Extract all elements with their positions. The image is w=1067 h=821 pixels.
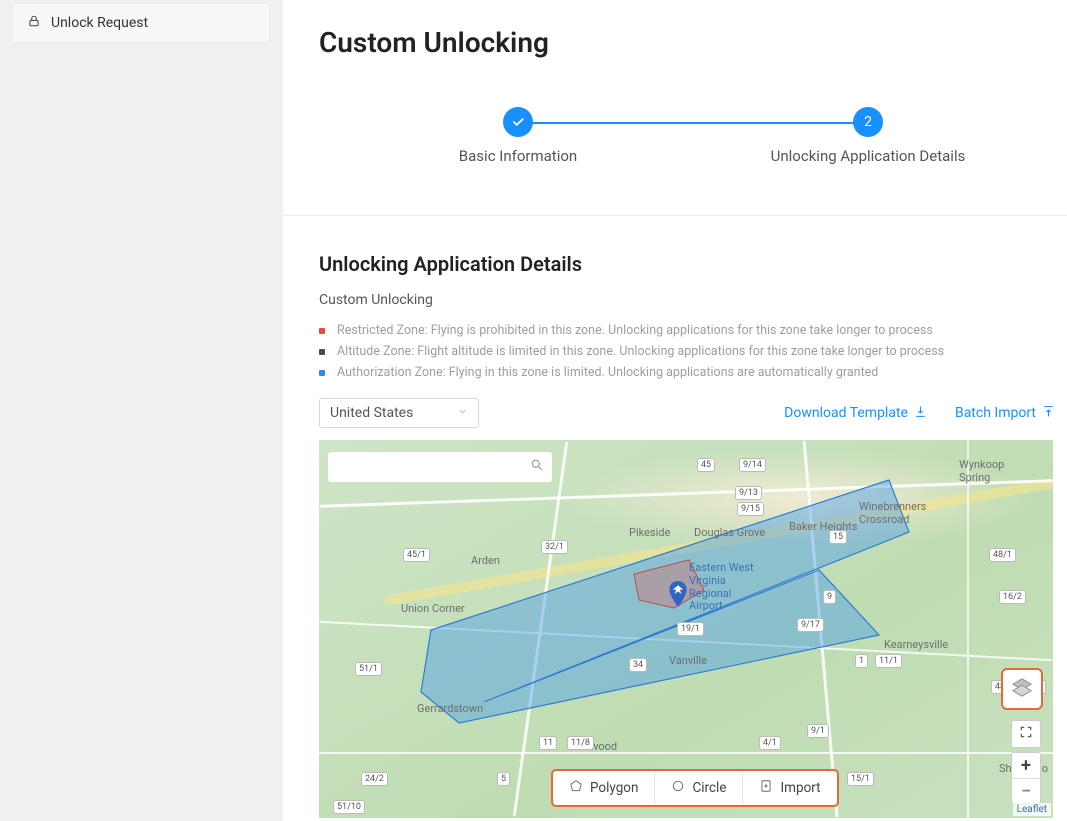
- map-label: Kearneysville: [884, 638, 948, 651]
- map-label: Vanville: [669, 654, 707, 667]
- zoom-in-button[interactable]: +: [1012, 753, 1040, 778]
- zone-restricted: Restricted Zone: Flying is prohibited in…: [319, 322, 1067, 341]
- map-label: Winebrenners Crossroad: [859, 500, 926, 526]
- layers-button[interactable]: [1001, 668, 1043, 710]
- map-label: Arden: [471, 554, 500, 567]
- fullscreen-icon: [1019, 725, 1033, 743]
- map-label: Pikeside: [629, 526, 670, 539]
- import-icon: [1042, 405, 1055, 422]
- section-sublabel: Custom Unlocking: [319, 292, 1067, 308]
- zoom-control: + −: [1011, 752, 1041, 804]
- map-label: Union Corner: [401, 602, 465, 615]
- map-label: Douglas Grove: [694, 526, 765, 539]
- zone-dot-restricted: [319, 328, 325, 334]
- fullscreen-button[interactable]: [1011, 720, 1041, 748]
- step-unlocking-details: 2 Unlocking Application Details: [693, 107, 1043, 165]
- unlocking-details-section: Unlocking Application Details Custom Unl…: [319, 216, 1067, 818]
- sidebar-item-label: Unlock Request: [51, 15, 148, 31]
- zone-authorization: Authorization Zone: Flying in this zone …: [319, 364, 1067, 383]
- map-label: Gerrardstown: [417, 702, 483, 715]
- draw-circle-button[interactable]: Circle: [654, 771, 742, 805]
- page-title: Custom Unlocking: [319, 26, 1067, 59]
- airport-label: Eastern West Virginia Regional Airport: [689, 562, 754, 613]
- zone-altitude: Altitude Zone: Flight altitude is limite…: [319, 343, 1067, 362]
- draw-polygon-button[interactable]: Polygon: [553, 771, 654, 805]
- draw-toolbar: Polygon Circle Import: [551, 769, 839, 807]
- map-label: Baker Heights: [789, 520, 857, 533]
- draw-import-button[interactable]: Import: [742, 771, 836, 805]
- layers-icon: [1011, 676, 1033, 702]
- section-title: Unlocking Application Details: [319, 252, 1067, 276]
- zone-dot-altitude: [319, 349, 325, 355]
- zone-legend: Restricted Zone: Flying is prohibited in…: [319, 322, 1067, 382]
- download-icon: [914, 405, 927, 422]
- map[interactable]: Pikeside Douglas Grove Baker Heights Win…: [319, 440, 1053, 818]
- circle-icon: [671, 779, 685, 797]
- airport-marker-icon: [667, 581, 687, 605]
- map-label: Wynkoop Spring: [959, 458, 1004, 484]
- sidebar-item-unlock-request[interactable]: Unlock Request: [12, 3, 270, 43]
- map-search: [328, 452, 552, 482]
- zone-dot-authorization: [319, 370, 325, 376]
- step-complete-icon: [503, 107, 533, 137]
- step-number: 2: [853, 107, 883, 137]
- lock-icon: [27, 14, 41, 32]
- import-file-icon: [759, 779, 773, 797]
- stepper: Basic Information 2 Unlocking Applicatio…: [343, 107, 1043, 165]
- map-search-input[interactable]: [336, 460, 530, 475]
- download-template-link[interactable]: Download Template: [784, 405, 927, 422]
- polygon-icon: [569, 779, 583, 797]
- step-label: Basic Information: [459, 147, 577, 165]
- chevron-down-icon: [457, 405, 468, 421]
- map-attribution: Leaflet: [1013, 803, 1051, 816]
- main-content: Custom Unlocking Basic Information 2 Unl…: [283, 0, 1067, 821]
- search-icon[interactable]: [530, 458, 544, 476]
- step-basic-information: Basic Information: [343, 107, 693, 165]
- batch-import-link[interactable]: Batch Import: [955, 405, 1055, 422]
- controls-row: United States Download Template Batch Im…: [319, 398, 1067, 428]
- sidebar: Unlock Request: [0, 0, 270, 821]
- country-select[interactable]: United States: [319, 398, 479, 428]
- zoom-out-button[interactable]: −: [1012, 778, 1040, 803]
- step-label: Unlocking Application Details: [771, 147, 966, 165]
